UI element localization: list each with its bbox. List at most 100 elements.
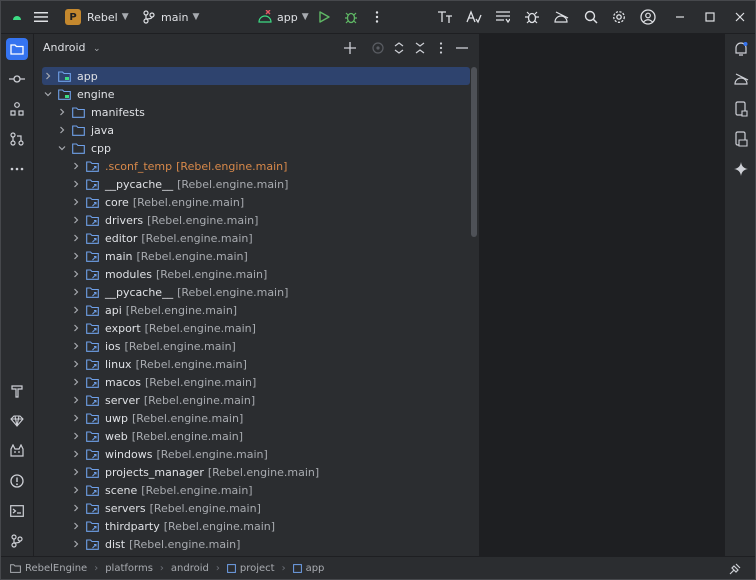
- tree-row[interactable]: thirdparty [Rebel.engine.main]: [42, 517, 470, 535]
- chevron-right-icon[interactable]: [70, 376, 82, 388]
- minimize-icon[interactable]: [670, 7, 690, 27]
- structure-tool-button[interactable]: [6, 98, 28, 120]
- text-format-icon[interactable]: [493, 7, 513, 27]
- chevron-right-icon[interactable]: [70, 466, 82, 478]
- tree-row[interactable]: export [Rebel.engine.main]: [42, 319, 470, 337]
- chevron-right-icon[interactable]: [70, 394, 82, 406]
- close-icon[interactable]: [730, 7, 750, 27]
- collapse-all-icon[interactable]: [412, 40, 428, 56]
- run-icon[interactable]: [314, 7, 334, 27]
- more-actions-icon[interactable]: [367, 7, 387, 27]
- chevron-right-icon[interactable]: [70, 502, 82, 514]
- tree-row[interactable]: projects_manager [Rebel.engine.main]: [42, 463, 470, 481]
- chevron-right-icon[interactable]: [70, 448, 82, 460]
- chevron-down-icon[interactable]: [42, 88, 54, 100]
- chevron-right-icon[interactable]: [56, 106, 68, 118]
- tree-row[interactable]: servers [Rebel.engine.main]: [42, 499, 470, 517]
- chevron-right-icon[interactable]: [70, 160, 82, 172]
- tree-row[interactable]: linux [Rebel.engine.main]: [42, 355, 470, 373]
- pull-requests-tool-button[interactable]: [6, 128, 28, 150]
- git-tool-button[interactable]: [6, 530, 28, 552]
- chevron-right-icon[interactable]: [70, 250, 82, 262]
- project-tool-button[interactable]: [6, 38, 28, 60]
- branch-switcher[interactable]: main ▼: [143, 1, 199, 33]
- chevron-right-icon[interactable]: [42, 70, 54, 82]
- tree-row[interactable]: api [Rebel.engine.main]: [42, 301, 470, 319]
- spellcheck-icon[interactable]: [464, 7, 484, 27]
- chevron-right-icon[interactable]: [70, 268, 82, 280]
- chevron-right-icon[interactable]: [70, 196, 82, 208]
- tree-row[interactable]: manifests: [42, 103, 470, 121]
- chevron-right-icon[interactable]: [70, 304, 82, 316]
- chevron-right-icon[interactable]: [70, 412, 82, 424]
- tree-row[interactable]: java: [42, 121, 470, 139]
- account-icon[interactable]: [638, 7, 658, 27]
- memory-indicator-icon[interactable]: [728, 562, 742, 576]
- tree-row[interactable]: core [Rebel.engine.main]: [42, 193, 470, 211]
- chevron-right-icon[interactable]: [70, 340, 82, 352]
- app-quality-insights-button[interactable]: [6, 410, 28, 432]
- tree-row[interactable]: modules [Rebel.engine.main]: [42, 265, 470, 283]
- logcat-tool-button[interactable]: [6, 440, 28, 462]
- device-manager-button[interactable]: [730, 68, 752, 90]
- maximize-icon[interactable]: [700, 7, 720, 27]
- tree-row[interactable]: .sconf_temp [Rebel.engine.main]: [42, 157, 470, 175]
- tree-row[interactable]: windows [Rebel.engine.main]: [42, 445, 470, 463]
- project-switcher[interactable]: P Rebel ▼: [65, 1, 129, 33]
- chevron-right-icon[interactable]: [70, 520, 82, 532]
- tree-scrollbar[interactable]: [471, 67, 477, 237]
- problems-tool-button[interactable]: [6, 470, 28, 492]
- tree-row[interactable]: drivers [Rebel.engine.main]: [42, 211, 470, 229]
- tree-row[interactable]: dist [Rebel.engine.main]: [42, 535, 470, 553]
- tree-row[interactable]: __pycache__ [Rebel.engine.main]: [42, 283, 470, 301]
- locate-file-icon[interactable]: [370, 40, 386, 56]
- device-explorer-button[interactable]: [730, 128, 752, 150]
- chevron-right-icon[interactable]: [70, 538, 82, 550]
- device-manager-icon[interactable]: [551, 7, 571, 27]
- commit-tool-button[interactable]: [6, 68, 28, 90]
- options-icon[interactable]: [433, 40, 449, 56]
- debug-icon[interactable]: [341, 7, 361, 27]
- settings-gear-icon[interactable]: [609, 7, 629, 27]
- view-mode-selector[interactable]: Android ⌄: [43, 41, 101, 54]
- translate-icon[interactable]: [435, 7, 455, 27]
- tree-row[interactable]: cpp: [42, 139, 470, 157]
- chevron-right-icon[interactable]: [70, 430, 82, 442]
- tree-row[interactable]: macos [Rebel.engine.main]: [42, 373, 470, 391]
- run-config-selector[interactable]: app ▼: [257, 1, 309, 33]
- search-icon[interactable]: [581, 7, 601, 27]
- chevron-right-icon[interactable]: [70, 214, 82, 226]
- build-tool-button[interactable]: [6, 380, 28, 402]
- chevron-right-icon[interactable]: [70, 178, 82, 190]
- new-file-icon[interactable]: [342, 40, 358, 56]
- tree-row[interactable]: engine: [42, 85, 470, 103]
- chevron-right-icon[interactable]: [70, 286, 82, 298]
- tree-row[interactable]: __pycache__ [Rebel.engine.main]: [42, 175, 470, 193]
- hide-panel-icon[interactable]: [454, 40, 470, 56]
- tree-row[interactable]: main [Rebel.engine.main]: [42, 247, 470, 265]
- more-tool-windows-button[interactable]: [6, 158, 28, 180]
- breadcrumb-item[interactable]: RebelEngine: [10, 563, 87, 574]
- gemini-button[interactable]: [730, 158, 752, 180]
- chevron-right-icon[interactable]: [70, 232, 82, 244]
- expand-all-icon[interactable]: [391, 40, 407, 56]
- tree-row[interactable]: editor [Rebel.engine.main]: [42, 229, 470, 247]
- main-menu-icon[interactable]: [31, 7, 51, 27]
- tree-row[interactable]: scene [Rebel.engine.main]: [42, 481, 470, 499]
- tree-row[interactable]: web [Rebel.engine.main]: [42, 427, 470, 445]
- tree-row[interactable]: app: [42, 67, 470, 85]
- tree-row[interactable]: server [Rebel.engine.main]: [42, 391, 470, 409]
- terminal-tool-button[interactable]: [6, 500, 28, 522]
- project-tree[interactable]: app engine manifests java cpp .sconf_temp [Reb…: [34, 67, 479, 556]
- breadcrumb-item[interactable]: app: [292, 563, 324, 574]
- tree-row[interactable]: uwp [Rebel.engine.main]: [42, 409, 470, 427]
- chevron-right-icon[interactable]: [70, 358, 82, 370]
- tree-row[interactable]: ios [Rebel.engine.main]: [42, 337, 470, 355]
- chevron-right-icon[interactable]: [56, 124, 68, 136]
- breadcrumb-item[interactable]: platforms: [105, 563, 153, 574]
- breadcrumb-item[interactable]: project: [226, 563, 275, 574]
- breadcrumb-item[interactable]: android: [171, 563, 209, 574]
- bug-search-icon[interactable]: [522, 7, 542, 27]
- chevron-right-icon[interactable]: [70, 322, 82, 334]
- notifications-button[interactable]: [730, 38, 752, 60]
